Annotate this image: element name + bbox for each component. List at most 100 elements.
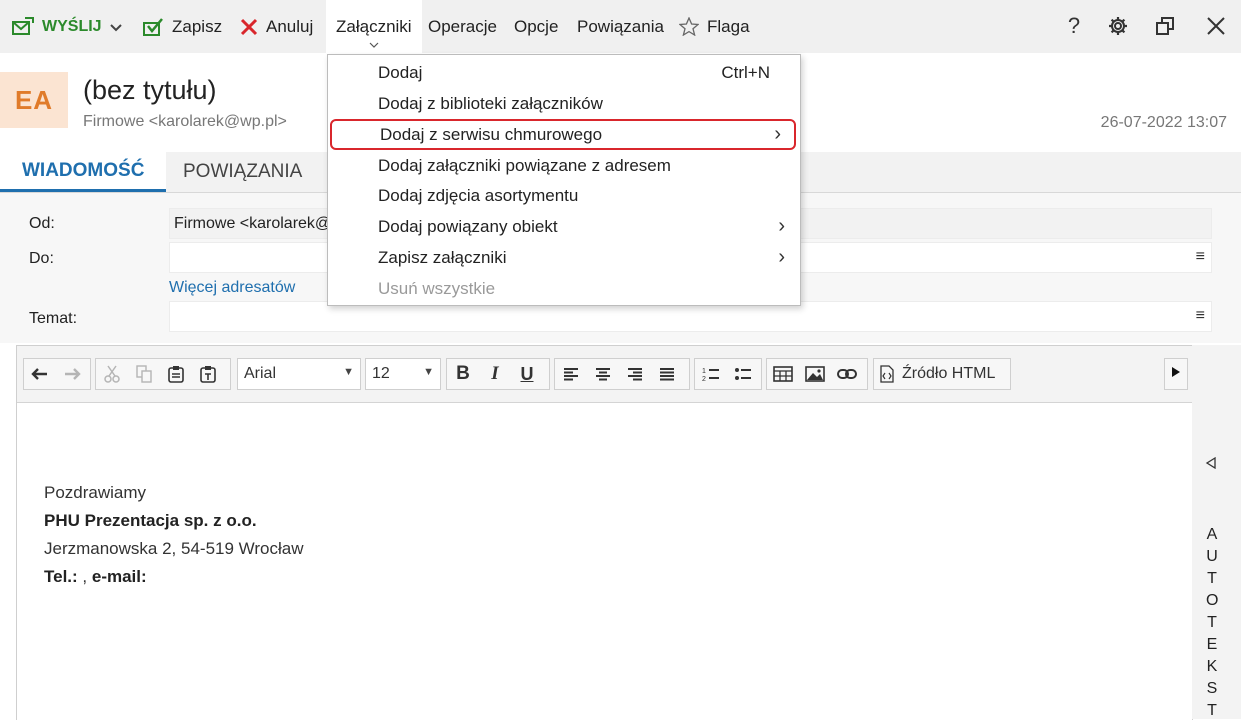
avatar: EA	[0, 72, 68, 128]
paste-text-icon[interactable]	[192, 359, 224, 389]
avatar-initials: EA	[14, 84, 54, 115]
help-button[interactable]: ?	[1058, 10, 1090, 42]
image-icon[interactable]	[799, 359, 831, 389]
chevron-down-icon	[369, 40, 379, 51]
triangle-left-icon[interactable]	[1205, 456, 1217, 472]
copy-icon[interactable]	[128, 359, 160, 389]
align-left-icon[interactable]	[555, 359, 587, 389]
tab-relations[interactable]: POWIĄZANIA	[161, 152, 324, 192]
link-icon[interactable]	[831, 359, 863, 389]
tab-message[interactable]: WIADOMOŚĆ	[0, 152, 167, 192]
menu-item-label: Usuń wszystkie	[378, 278, 496, 298]
text-style-group: B I U	[446, 358, 550, 390]
cut-icon[interactable]	[96, 359, 128, 389]
chevron-down-icon	[109, 19, 122, 35]
message-sender: Firmowe <karolarek@wp.pl>	[83, 113, 287, 130]
font-size-select[interactable]: 12 ▼	[365, 358, 441, 390]
play-right-icon	[1171, 365, 1181, 383]
html-source-label: Źródło HTML	[902, 365, 996, 382]
font-family-value: Arial	[244, 365, 277, 382]
save-button[interactable]: Zapisz	[142, 0, 222, 53]
top-toolbar: WYŚLIJ Zapisz Anuluj Załączniki Operacje…	[0, 0, 1241, 53]
relations-menu-button[interactable]: Powiązania	[577, 0, 664, 53]
menu-item-add-product-photos[interactable]: Dodaj zdjęcia asortymentu	[328, 180, 800, 211]
underline-icon[interactable]: U	[511, 359, 543, 389]
signature-address: Jerzmanowska 2, 54-519 Wrocław	[44, 539, 304, 558]
attachments-menu-button[interactable]: Załączniki	[326, 0, 422, 53]
menu-item-save-attachments[interactable]: Zapisz załączniki ›	[328, 242, 800, 273]
insert-group	[766, 358, 868, 390]
table-icon[interactable]	[767, 359, 799, 389]
bullet-list-icon[interactable]	[727, 359, 759, 389]
signature-phone-label: Tel.:	[44, 567, 78, 586]
italic-icon[interactable]: I	[479, 359, 511, 389]
caret-down-icon: ▼	[423, 366, 434, 378]
align-right-icon[interactable]	[619, 359, 651, 389]
operations-label: Operacje	[428, 16, 497, 36]
chevron-right-icon: ›	[778, 246, 785, 268]
chevron-right-icon: ›	[774, 123, 781, 145]
svg-text:1: 1	[702, 368, 706, 375]
tab-message-label: WIADOMOŚĆ	[22, 159, 145, 181]
autotext-letter: T	[1207, 614, 1217, 631]
cancel-button[interactable]: Anuluj	[240, 0, 313, 53]
attachments-dropdown-menu: Dodaj Ctrl+N Dodaj z biblioteki załączni…	[327, 54, 801, 306]
caret-down-icon: ▼	[343, 366, 354, 378]
autotext-letter: U	[1206, 548, 1218, 565]
gear-icon[interactable]	[1102, 10, 1134, 42]
hamburger-icon[interactable]: ≡	[1196, 248, 1205, 266]
list-group: 12	[694, 358, 762, 390]
save-check-icon	[142, 17, 164, 37]
signature-separator: ,	[77, 567, 92, 586]
menu-item-label: Dodaj zdjęcia asortymentu	[378, 185, 579, 205]
subject-label: Temat:	[29, 310, 78, 327]
autotext-letter: A	[1206, 526, 1218, 543]
paste-icon[interactable]	[160, 359, 192, 389]
operations-menu-button[interactable]: Operacje	[428, 0, 497, 53]
align-center-icon[interactable]	[587, 359, 619, 389]
more-tools-button[interactable]	[1164, 358, 1188, 390]
undo-redo-group	[23, 358, 91, 390]
more-recipients-link[interactable]: Więcej adresatów	[169, 279, 295, 297]
editor-content[interactable]: Pozdrawiamy PHU Prezentacja sp. z o.o. J…	[44, 479, 304, 591]
help-label: ?	[1067, 13, 1081, 38]
menu-item-label: Dodaj z serwisu chmurowego	[380, 124, 603, 144]
chevron-right-icon: ›	[778, 215, 785, 237]
justify-icon[interactable]	[651, 359, 683, 389]
font-family-select[interactable]: Arial ▼	[237, 358, 361, 390]
relations-label: Powiązania	[577, 16, 664, 36]
undo-icon[interactable]	[24, 359, 56, 389]
menu-item-add-related-object[interactable]: Dodaj powiązany obiekt ›	[328, 211, 800, 242]
autotext-letter: K	[1206, 658, 1218, 675]
numbered-list-icon[interactable]: 12	[695, 359, 727, 389]
autotext-letter: T	[1207, 570, 1217, 587]
signature-company: PHU Prezentacja sp. z o.o.	[44, 511, 257, 530]
send-button[interactable]: WYŚLIJ	[12, 0, 122, 53]
signature-greeting: Pozdrawiamy	[44, 483, 147, 502]
menu-item-add-related-to-address[interactable]: Dodaj załączniki powiązane z adresem	[328, 150, 800, 181]
restore-window-icon[interactable]	[1149, 10, 1181, 42]
cancel-label: Anuluj	[266, 16, 314, 36]
editor-toolbar: Arial ▼ 12 ▼ B I U 1 2 Źródło HTML	[17, 346, 1192, 403]
close-icon[interactable]	[1200, 10, 1232, 42]
rich-text-editor: Arial ▼ 12 ▼ B I U 1 2 Źródło HTML Pozdr…	[16, 345, 1193, 720]
html-source-icon	[880, 365, 894, 383]
hamburger-icon[interactable]: ≡	[1196, 307, 1205, 325]
from-label: Od:	[29, 215, 55, 232]
flag-button[interactable]: Flaga	[679, 0, 750, 53]
signature-contact: Tel.: , e-mail:	[44, 563, 304, 591]
menu-item-add[interactable]: Dodaj Ctrl+N	[328, 57, 800, 88]
redo-icon[interactable]	[56, 359, 88, 389]
menu-item-label: Dodaj z biblioteki załączników	[378, 93, 603, 113]
bold-icon[interactable]: B	[447, 359, 479, 389]
menu-item-add-from-library[interactable]: Dodaj z biblioteki załączników	[328, 88, 800, 119]
options-menu-button[interactable]: Opcje	[514, 0, 558, 53]
options-label: Opcje	[514, 16, 559, 36]
alignment-group	[554, 358, 690, 390]
html-source-button[interactable]: Źródło HTML	[873, 358, 1011, 390]
attachments-label: Załączniki	[336, 16, 412, 36]
clipboard-group	[95, 358, 231, 390]
menu-item-add-from-cloud[interactable]: Dodaj z serwisu chmurowego ›	[330, 119, 796, 150]
save-label: Zapisz	[172, 16, 223, 36]
send-label: WYŚLIJ	[42, 17, 102, 35]
